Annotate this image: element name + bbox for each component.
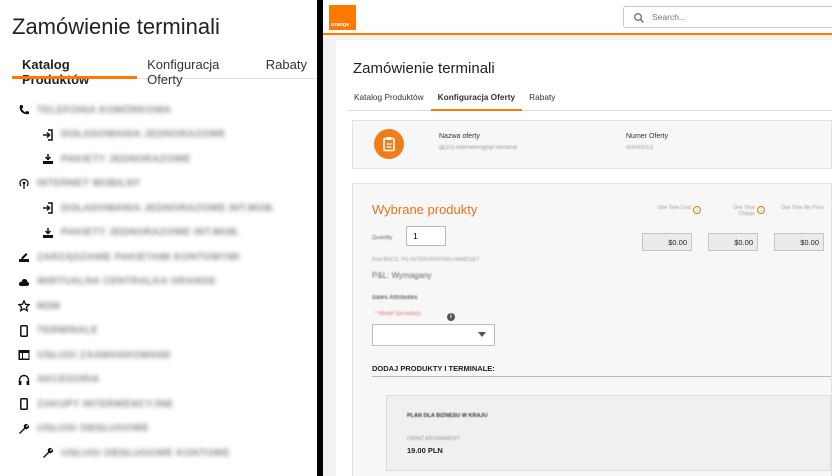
headphones-icon (18, 374, 30, 386)
catalog-item[interactable]: ZAKUPY INTERWENCYJNE (18, 392, 317, 417)
quantity-input[interactable] (406, 226, 446, 246)
tab-konfiguracja-oferty[interactable]: Konfiguracja Oferty (137, 52, 256, 87)
catalog-item[interactable]: ZARZĄDZANIE PAKIETAMI KONTOWYMI (18, 245, 317, 270)
info-icon[interactable]: i (447, 313, 455, 321)
offer-name-label: Nazwa oferty (439, 133, 480, 140)
model-label: * Model Sprzedaży (375, 311, 422, 317)
quantity-label: Quantity (372, 235, 393, 241)
page-title: Zamówienie terminali (12, 14, 220, 39)
plan-name: PLAN DLA BIZNESU W KRAJU (407, 413, 488, 419)
catalog-item[interactable]: USŁUGI ZAAWANSOWANE (18, 343, 317, 368)
catalog-item[interactable]: TERMINALE (18, 319, 317, 344)
main-content: Zamówienie terminali Katalog Produktów K… (336, 40, 832, 476)
catalog-item[interactable]: PAKIETY JEDNORAZOWE (18, 147, 317, 172)
cloud-icon (18, 276, 30, 288)
product-code: Kod BSCS: PS-INTERVENTION-HANDSET (372, 257, 480, 263)
column-header: One Time Charge (733, 205, 755, 217)
search-icon (633, 11, 645, 23)
catalog-item[interactable]: PAKIETY JEDNORAZOWE INT.MOB. (18, 221, 317, 246)
star-icon (18, 300, 30, 313)
tab-rabaty[interactable]: Rabaty (256, 52, 317, 78)
table-icon (18, 349, 30, 361)
tab-rabaty[interactable]: Rabaty (522, 88, 562, 110)
model-select[interactable] (372, 324, 495, 346)
add-products-heading: DODAJ PRODUKTY I TERMINALE: (372, 364, 495, 373)
offer-number-value: 00000013 (626, 145, 653, 151)
price-field: $0.00 (642, 233, 692, 251)
mobile-icon (18, 324, 30, 337)
price-field: $0.00 (708, 233, 758, 251)
clipboard-icon (374, 129, 404, 159)
column-header: One Time Mn Price (781, 205, 824, 211)
catalog-item[interactable]: USŁUGI OBSŁUGOWE (18, 417, 317, 442)
wrench-icon (42, 447, 54, 459)
catalog-item[interactable]: TELEFONIA KOMÓRKOWA (18, 98, 317, 123)
plan-price: 19.00 PLN (407, 446, 443, 455)
inbox-edit-icon (18, 251, 30, 263)
catalog-item[interactable]: DOŁADOWANIA JEDNORAZOWE INT.MOB. (18, 196, 317, 221)
info-icon[interactable]: i (693, 206, 701, 214)
mobile-icon (18, 398, 30, 411)
left-panel: Zamówienie terminali Katalog Produktów K… (0, 0, 317, 476)
tab-bar: Katalog Produktów Konfiguracja Oferty Ra… (12, 52, 317, 87)
selected-products: Wybrane produkty Quantity One Time Cost … (352, 183, 832, 476)
tab-katalog-produktow[interactable]: Katalog Produktów (347, 88, 431, 110)
inbox-download-icon (42, 153, 54, 165)
column-header: One Time Cost (657, 205, 691, 211)
divider (372, 376, 831, 377)
offer-number-label: Numer Oferty (626, 133, 669, 140)
login-icon (42, 129, 54, 141)
product-name: P&L: Wymagany (372, 271, 432, 280)
right-panel: orange Zamówienie terminali Katalog Prod… (323, 0, 832, 476)
tab-bar: Katalog Produktów Konfiguracja Oferty Ra… (347, 88, 832, 111)
tab-katalog-produktow[interactable]: Katalog Produktów (12, 52, 138, 87)
price-field: $0.00 (774, 233, 824, 251)
orange-logo[interactable]: orange (329, 5, 356, 30)
offer-card: Nazwa oferty ql(10)-interwencyjny/Termin… (352, 120, 832, 169)
section-title: Wybrane produkty (372, 202, 478, 217)
catalog-tree: TELEFONIA KOMÓRKOWA DOŁADOWANIA JEDNORAZ… (18, 98, 317, 466)
inbox-download-icon (42, 227, 54, 239)
catalog-item[interactable]: WIRTUALNA CENTRALKA ORANGE (18, 270, 317, 295)
page-title: Zamówienie terminali (353, 60, 495, 77)
catalog-item[interactable]: AKCESORIA (18, 368, 317, 393)
info-icon[interactable]: i (757, 206, 765, 214)
plan-card[interactable]: PLAN DLA BIZNESU W KRAJU OBNIŻ ABONAMENT… (386, 395, 831, 471)
sales-attributes-title: Sales Attributes (372, 295, 418, 301)
catalog-item[interactable]: DOŁADOWANIA JEDNORAZOWE (18, 123, 317, 148)
chevron-down-icon (478, 332, 486, 337)
catalog-item[interactable]: USŁUGI OBSŁUGOWE KONTOWE (18, 441, 317, 466)
tab-konfiguracja-oferty[interactable]: Konfiguracja Oferty (430, 88, 523, 111)
login-icon (42, 202, 54, 214)
wrench-icon (18, 423, 30, 435)
catalog-item[interactable]: INTERNET MOBILNY (18, 172, 317, 197)
top-bar: orange (323, 0, 832, 35)
catalog-item[interactable]: M2M (18, 294, 317, 319)
search-input[interactable] (650, 11, 804, 23)
plan-subtitle: OBNIŻ ABONAMENT (407, 436, 460, 442)
offer-name-value: ql(10)-interwencyjny/Terminal (439, 145, 518, 151)
antenna-icon (18, 178, 30, 190)
phone-icon (18, 104, 30, 116)
search-box[interactable] (623, 6, 832, 28)
